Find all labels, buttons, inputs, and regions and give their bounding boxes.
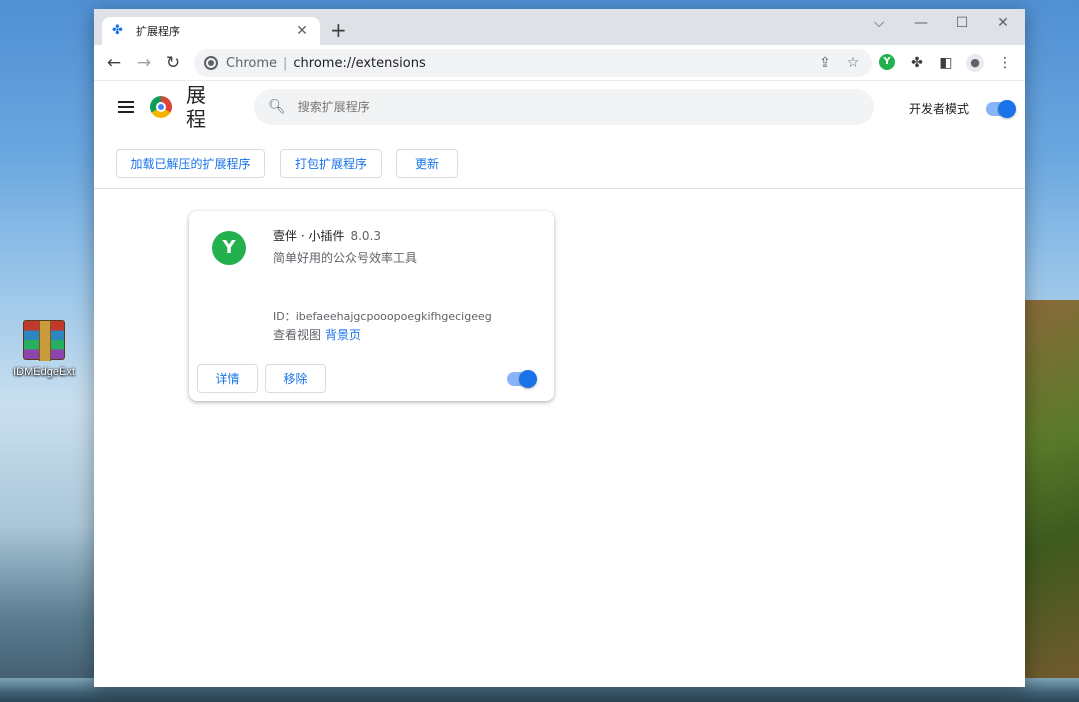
extension-card: Y 壹伴 · 小插件 8.0.3 简单好用的公众号效率工具 ID：ibefaeeh…: [189, 211, 554, 401]
extension-logo-icon: Y: [212, 231, 246, 265]
omnibox-site: Chrome: [226, 55, 277, 71]
devmode-label: 开发者模式: [909, 102, 970, 116]
bookmark-star-icon[interactable]: ☆: [844, 55, 862, 71]
extensions-header: 展程 🔍︎ 开发者模式: [94, 81, 1025, 143]
hamburger-menu-icon[interactable]: [118, 101, 134, 113]
remove-button[interactable]: 移除: [265, 364, 326, 393]
developer-actions-bar: 加载已解压的扩展程序 打包扩展程序 更新: [94, 143, 1025, 189]
share-icon[interactable]: ⇪: [816, 55, 834, 71]
tab-search-icon[interactable]: ⌵: [869, 15, 889, 31]
update-button[interactable]: 更新: [396, 149, 458, 178]
browser-toolbar: ← → ↻ Chrome | chrome://extensions ⇪ ☆ Y…: [94, 45, 1025, 81]
chrome-site-icon: [204, 56, 218, 70]
yiban-extension-icon: Y: [879, 54, 895, 70]
close-window-button[interactable]: ✕: [993, 15, 1013, 31]
extension-views: 查看视图 背景页: [273, 326, 361, 343]
extensions-puzzle-icon[interactable]: ✤: [908, 54, 926, 72]
puzzle-icon: ✤: [112, 23, 123, 38]
load-unpacked-button[interactable]: 加载已解压的扩展程序: [116, 149, 265, 178]
search-input[interactable]: [297, 100, 860, 114]
reload-button[interactable]: ↻: [163, 53, 183, 73]
extension-id: ID：ibefaeehajgcpooopoegkifhgecigeeg: [273, 310, 492, 323]
search-icon: 🔍︎: [268, 99, 286, 115]
profile-avatar-icon[interactable]: ●: [966, 54, 984, 72]
tab-extensions[interactable]: ✤ 扩展程序 ✕: [102, 17, 320, 45]
back-button[interactable]: ←: [104, 53, 124, 73]
desktop-icon-label: IDMEdgeExt: [13, 366, 75, 378]
omnibox-separator: |: [283, 55, 288, 71]
maximize-button[interactable]: ☐: [952, 15, 972, 31]
toggle-knob: [519, 370, 537, 388]
devmode-toggle[interactable]: [986, 100, 1016, 118]
views-label: 查看视图: [273, 328, 322, 342]
archive-icon: [23, 320, 65, 361]
extensions-list: Y 壹伴 · 小插件 8.0.3 简单好用的公众号效率工具 ID：ibefaeeh…: [94, 189, 1025, 687]
pack-extension-button[interactable]: 打包扩展程序: [280, 149, 382, 178]
extension-name-text: 壹伴 · 小插件: [273, 229, 345, 243]
tab-title: 扩展程序: [136, 25, 180, 38]
extension-description: 简单好用的公众号效率工具: [273, 251, 418, 265]
omnibox-url: chrome://extensions: [293, 55, 426, 71]
desktop-icon-idmedgeext[interactable]: IDMEdgeExt: [8, 320, 80, 378]
desktop-background-cliff: [1019, 300, 1079, 702]
extension-name: 壹伴 · 小插件 8.0.3: [273, 227, 381, 244]
extension-version: 8.0.3: [350, 229, 381, 243]
page-title: 展程: [186, 83, 206, 131]
extension-enable-toggle[interactable]: [507, 370, 537, 388]
toggle-knob: [998, 100, 1016, 118]
chrome-logo-icon: [150, 96, 172, 118]
address-bar[interactable]: Chrome | chrome://extensions ⇪ ☆: [194, 49, 872, 77]
details-button[interactable]: 详情: [197, 364, 258, 393]
background-page-link[interactable]: 背景页: [325, 328, 361, 342]
new-tab-button[interactable]: +: [330, 20, 347, 40]
extension-toolbar-button[interactable]: Y: [879, 54, 897, 72]
menu-dots-icon[interactable]: ⋮: [996, 54, 1014, 72]
close-tab-icon[interactable]: ✕: [294, 23, 310, 39]
browser-window: ✤ 扩展程序 ✕ + ⌵ — ☐ ✕ ← → ↻ Chrome | chrome…: [94, 9, 1025, 687]
forward-button[interactable]: →: [134, 53, 154, 73]
side-panel-icon[interactable]: ◧: [937, 54, 955, 72]
search-bar[interactable]: 🔍︎: [254, 89, 874, 125]
title-bar: ✤ 扩展程序 ✕ + ⌵ — ☐ ✕: [94, 9, 1025, 45]
minimize-button[interactable]: —: [911, 15, 931, 31]
